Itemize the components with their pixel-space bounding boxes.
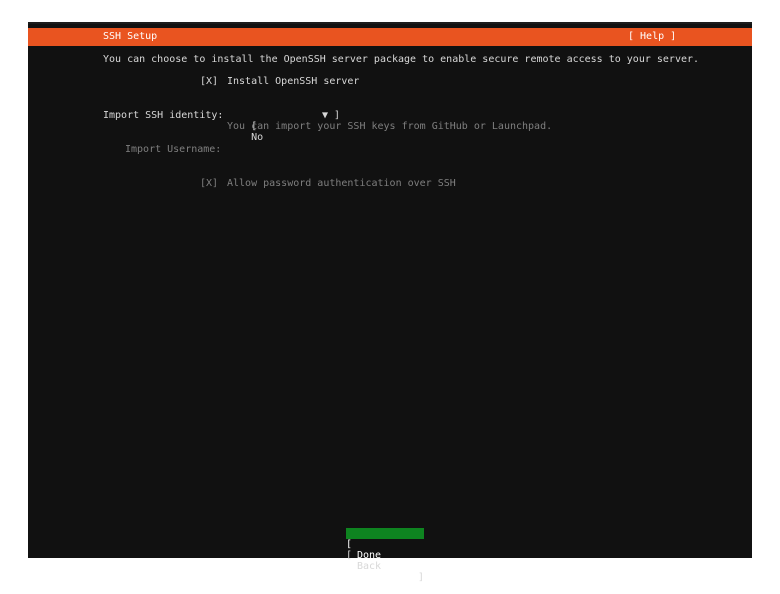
header-bar: SSH Setup [ Help ]: [28, 28, 752, 46]
back-close-bracket: ]: [417, 572, 424, 583]
done-close-bracket: ]: [417, 561, 424, 572]
chevron-down-icon[interactable]: ▼ ]: [322, 110, 340, 121]
import-identity-hint: You can import your SSH keys from GitHub…: [227, 121, 553, 132]
allow-password-label: Allow password authentication over SSH: [227, 178, 456, 189]
installer-screen: SSH Setup [ Help ] You can choose to ins…: [28, 22, 752, 583]
top-strip: [28, 22, 752, 24]
help-button[interactable]: [ Help ]: [628, 31, 676, 42]
select-value: No: [251, 132, 264, 143]
back-label: Back: [357, 561, 382, 572]
page-title: SSH Setup: [103, 31, 158, 42]
intro-text: You can choose to install the OpenSSH se…: [103, 54, 700, 65]
import-username-label: Import Username:: [125, 144, 222, 155]
install-openssh-checkbox[interactable]: [X]: [200, 76, 218, 87]
allow-password-checkbox[interactable]: [X]: [200, 178, 218, 189]
import-username-input[interactable]: [227, 144, 527, 155]
install-openssh-label: Install OpenSSH server: [227, 76, 360, 87]
back-button[interactable]: [ Back ]: [346, 539, 424, 583]
back-open-bracket: [: [346, 550, 353, 561]
import-identity-label: Import SSH identity:: [103, 110, 224, 121]
done-button[interactable]: [ Done ]: [346, 528, 424, 572]
